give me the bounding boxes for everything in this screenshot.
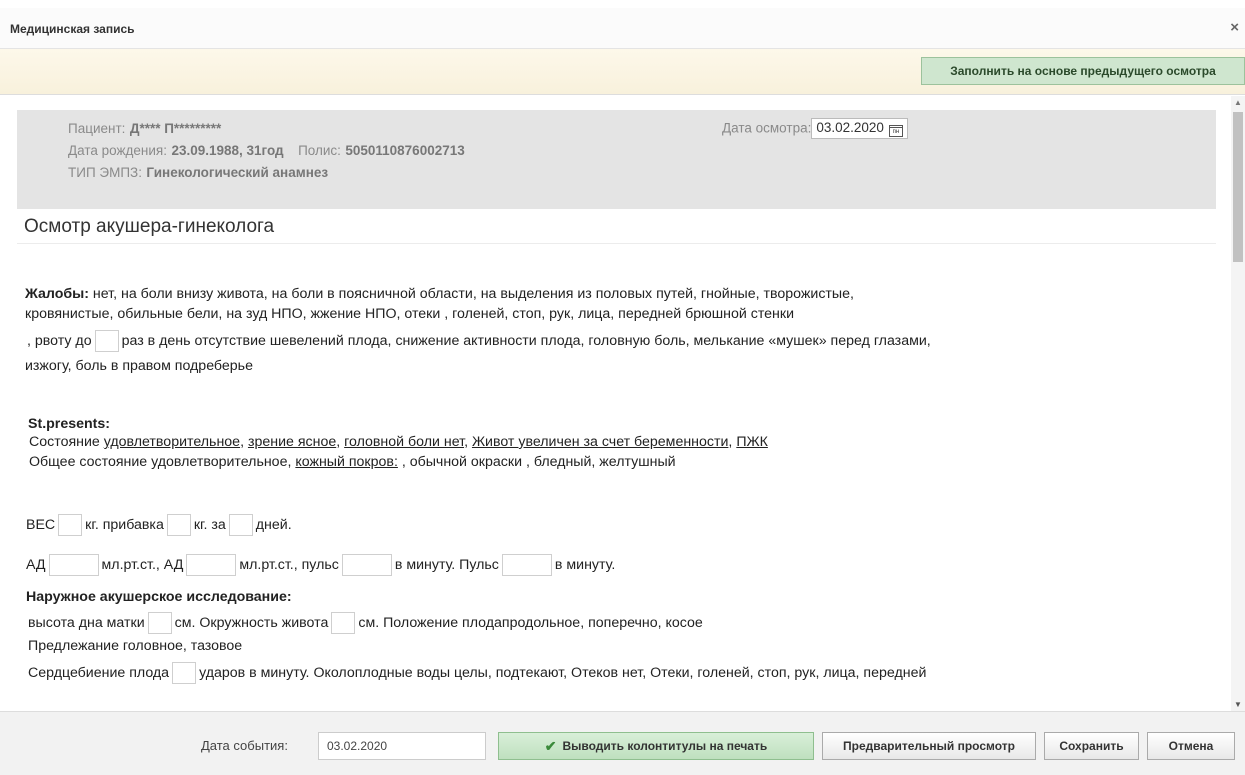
emr-type-label: ТИП ЭМПЗ: [68,165,142,180]
fundus-height-input[interactable] [147,612,172,634]
checkmark-icon: ✔ [544,737,557,754]
complaints-line-3: , рвоту до раз в день отсутствие шевелени… [27,330,931,352]
emr-type-value: Гинекологический анамнез [146,165,329,180]
amniotic-fluid-text: Околоплодные воды целы, подтекают, Отеко… [313,664,927,681]
st-text: , обычной окраски , бледный, желтушный [397,454,676,470]
st-presents-line-1: Состояние удовлетворительное, зрение ясн… [29,434,768,450]
patient-info-panel: Пациент: Д**** П********* Дата рождения:… [17,110,1216,209]
st-sep: , [336,434,345,450]
gain-label: кг. прибавка [85,516,164,533]
st-sep: , [464,434,472,450]
pulse-input-1[interactable] [341,554,392,576]
days-label: дней. [255,516,292,533]
event-date-input[interactable]: 03.02.2020 [318,732,486,760]
vision-option[interactable]: зрение ясное [248,434,336,450]
toolbar: Заполнить на основе предыдущего осмотра [0,49,1245,95]
weight-row: ВЕС кг. прибавка кг. за дней. [26,514,292,536]
policy-label: Полис: [298,143,341,158]
fat-tissue-option[interactable]: ПЖК [736,434,768,450]
form-title: Осмотр акушера-гинеколога [24,216,275,237]
scroll-up-icon[interactable]: ▲ [1234,98,1242,107]
exam-date-label: Дата осмотра: [722,120,812,136]
complaints-text: нет, на боли внизу живота, на боли в поя… [88,286,854,302]
for-label: кг. за [193,516,226,533]
preview-button[interactable]: Предварительный просмотр [822,732,1036,760]
heartbeat-input[interactable] [172,662,197,684]
st-text: Общее состояние удовлетворительное, [29,454,296,470]
heartbeat-label: Сердцебиение плода [28,664,170,681]
vertical-scrollbar[interactable]: ▲ ▼ [1231,96,1245,711]
calendar-icon[interactable]: пн [888,125,903,137]
exam-date-value: 03.02.2020 [816,120,884,135]
bp-label: АД [26,556,46,573]
external-exam-row-3: Сердцебиение плода ударов в минуту. Около… [28,662,926,684]
st-presents-label: St.presents: [28,416,110,432]
cm-label: см. [358,614,380,631]
beats-per-minute-label: ударов в минуту. [199,664,310,681]
bp-input-2[interactable] [186,554,237,576]
scrollbar-thumb[interactable] [1233,112,1243,262]
fetal-position-text: Положение плодапродольное, поперечно, ко… [383,614,703,631]
external-exam-row-1: высота дна матки см. Окружность живота см.… [28,612,703,634]
weight-input[interactable] [58,514,83,536]
pulse-input-2[interactable] [501,554,552,576]
fundus-height-label: высота дна матки [28,614,145,631]
weight-gain-input[interactable] [166,514,191,536]
close-icon[interactable]: × [1230,19,1239,36]
event-date-label: Дата события: [201,738,288,753]
fill-from-previous-button[interactable]: Заполнить на основе предыдущего осмотра [921,57,1245,85]
st-sep: , [240,434,248,450]
save-button[interactable]: Сохранить [1044,732,1139,760]
abdomen-circumference-input[interactable] [331,612,356,634]
headache-option[interactable]: головной боли нет [344,434,464,450]
divider [17,243,1216,244]
per-day-label: раз в день [121,332,191,349]
window-title: Медицинская запись [10,22,135,36]
footer-bar: Дата события: 03.02.2020 ✔ Выводить колон… [0,711,1245,775]
patient-label: Пациент: [68,121,126,136]
bp-input-1[interactable] [48,554,99,576]
window-titlebar: Медицинская запись × [0,8,1245,49]
patient-name: Д**** П********* [129,121,222,136]
complaints-line-1: Жалобы: нет, на боли внизу живота, на бо… [25,286,854,302]
st-text: Состояние [29,434,104,450]
record-content: Пациент: Д**** П********* Дата рождения:… [0,96,1231,711]
complaints-label: Жалобы: [25,286,89,302]
presentation-text: Предлежание головное, тазовое [28,638,243,654]
per-minute-label: в минуту. [554,556,616,573]
state-option[interactable]: удовлетворительное [104,434,240,450]
complaints-text-3: отсутствие шевелений плода, снижение акт… [194,332,931,349]
weight-label: ВЕС [26,516,56,533]
st-presents-line-2: Общее состояние удовлетворительное, кожн… [29,454,676,470]
cancel-button[interactable]: Отмена [1147,732,1235,760]
pulse-label-2: в минуту. Пульс [394,556,499,573]
vomit-label: , рвоту до [27,332,92,349]
exam-date-field[interactable]: 03.02.2020 пн [811,118,908,139]
complaints-line-2: кровянистые, обильные бели, на зуд НПО, … [25,306,795,322]
bp-unit-label: мл.рт.ст., АД [101,556,184,573]
scroll-down-icon[interactable]: ▼ [1234,700,1242,709]
print-headers-label: Выводить колонтитулы на печать [562,739,768,753]
bp-row: АД мл.рт.ст., АД мл.рт.ст., пульс в минуту.… [26,554,615,576]
abdomen-circumference-label: см. Окружность живота [174,614,329,631]
birth-date-label: Дата рождения: [68,143,167,158]
skin-option[interactable]: кожный покров: [295,454,398,470]
vomit-times-input[interactable] [94,330,119,352]
complaints-line-4: изжогу, боль в правом подреберье [25,358,253,374]
birth-date-value: 23.09.1988, 31год [171,143,284,158]
days-input[interactable] [228,514,253,536]
print-headers-button[interactable]: ✔ Выводить колонтитулы на печать [498,732,814,760]
policy-value: 5050110876002713 [345,143,465,158]
external-exam-label: Наружное акушерское исследование: [26,589,292,605]
abdomen-option[interactable]: Живот увеличен за счет беременности [472,434,728,450]
pulse-label: мл.рт.ст., пульс [239,556,339,573]
